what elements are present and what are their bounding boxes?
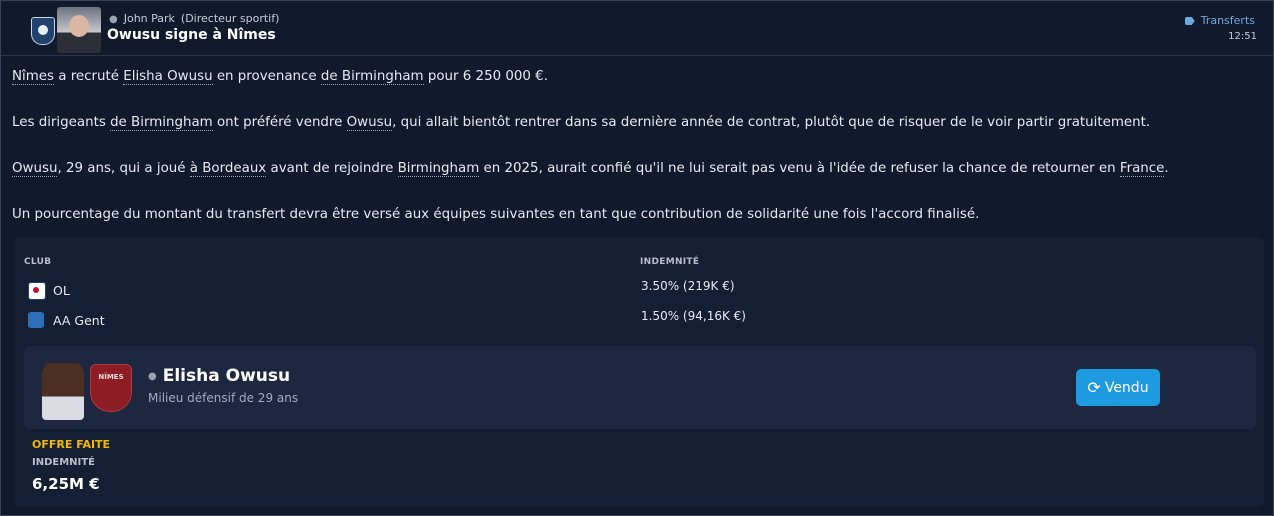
solidarity-panel: CLUB INDEMNITÉ OL 3.50% (219K €) AA Gent… [14, 237, 1264, 507]
player-avatar[interactable] [42, 358, 84, 420]
text-span: a recruté [54, 69, 124, 84]
club-name[interactable]: OL [53, 283, 70, 298]
link-nimes[interactable]: Nîmes [12, 69, 54, 85]
text-span: pour 6 250 000 €. [423, 69, 548, 84]
category-link[interactable]: Transferts [1184, 14, 1255, 27]
fee-value: 1.50% (94,16K €) [641, 309, 746, 323]
text-span: ont préféré vendre [212, 115, 347, 130]
offer-status: OFFRE FAITE [32, 438, 111, 451]
text-span: Les dirigeants [12, 115, 111, 130]
author-name[interactable]: John Park [124, 12, 175, 25]
link-player[interactable]: Owusu [346, 115, 393, 131]
link-birmingham[interactable]: de Birmingham [320, 69, 424, 85]
news-item-window: ● John Park (Directeur sportif) Owusu sign… [0, 0, 1274, 516]
player-name-row[interactable]: ● Elisha Owusu [148, 366, 290, 386]
ol-logo-icon[interactable] [28, 282, 46, 300]
table-row: OL 3.50% (219K €) [24, 279, 1224, 303]
text-span: . [1164, 161, 1169, 176]
birmingham-badge-icon[interactable] [31, 17, 55, 45]
vendu-label: Vendu [1104, 379, 1149, 396]
author-role: (Directeur sportif) [180, 12, 280, 25]
text-span: , qui allait bientôt rentrer dans sa der… [392, 115, 1151, 130]
paragraph-solidarity: Un pourcentage du montant du transfert d… [12, 207, 980, 222]
paragraph-transfer: Nîmes a recruté Elisha Owusu en provenan… [12, 69, 548, 85]
person-icon: ● [148, 370, 157, 382]
offer-fee-value: 6,25M € [32, 475, 100, 493]
player-name[interactable]: Elisha Owusu [163, 366, 290, 386]
player-card: NÎMES ● Elisha Owusu Milieu défensif de 2… [24, 346, 1256, 429]
link-birmingham[interactable]: Birmingham [397, 161, 480, 177]
refresh-icon: ⟳ [1087, 378, 1101, 397]
link-player[interactable]: Elisha Owusu [123, 69, 213, 85]
player-description: Milieu défensif de 29 ans [148, 391, 299, 405]
fee-value: 3.50% (219K €) [641, 279, 735, 293]
link-birmingham[interactable]: de Birmingham [110, 115, 213, 131]
author-line: ● John Park (Directeur sportif) [109, 12, 279, 25]
badge-text: NÎMES [98, 373, 124, 381]
author-avatar[interactable] [57, 7, 101, 53]
vendu-button[interactable]: ⟳ Vendu [1076, 369, 1160, 406]
club-name[interactable]: AA Gent [53, 313, 105, 328]
news-time: 12:51 [1228, 31, 1257, 42]
gent-logo-icon[interactable] [28, 312, 44, 328]
link-bordeaux[interactable]: à Bordeaux [189, 161, 267, 177]
news-headline: Owusu signe à Nîmes [107, 27, 276, 43]
nimes-badge-icon[interactable]: NÎMES [90, 364, 132, 412]
person-icon: ● [109, 14, 118, 25]
news-header: ● John Park (Directeur sportif) Owusu sign… [1, 1, 1273, 56]
category-label: Transferts [1200, 14, 1255, 27]
text-span: avant de rejoindre [266, 161, 398, 176]
table-row: AA Gent 1.50% (94,16K €) [24, 309, 1224, 333]
text-span: , 29 ans, qui a joué [57, 161, 190, 176]
paragraph-reason: Les dirigeants de Birmingham ont préféré… [12, 115, 1151, 131]
text-span: en 2025, aurait confié qu'il ne lui sera… [479, 161, 1120, 176]
paragraph-quote: Owusu, 29 ans, qui a joué à Bordeaux ava… [12, 161, 1169, 177]
column-header-club: CLUB [24, 257, 52, 267]
link-player[interactable]: Owusu [12, 161, 58, 177]
link-france[interactable]: France [1119, 161, 1165, 177]
text-span: en provenance [212, 69, 321, 84]
column-header-fee: INDEMNITÉ [640, 257, 700, 267]
tag-icon [1184, 17, 1195, 25]
offer-fee-label: INDEMNITÉ [32, 457, 95, 468]
